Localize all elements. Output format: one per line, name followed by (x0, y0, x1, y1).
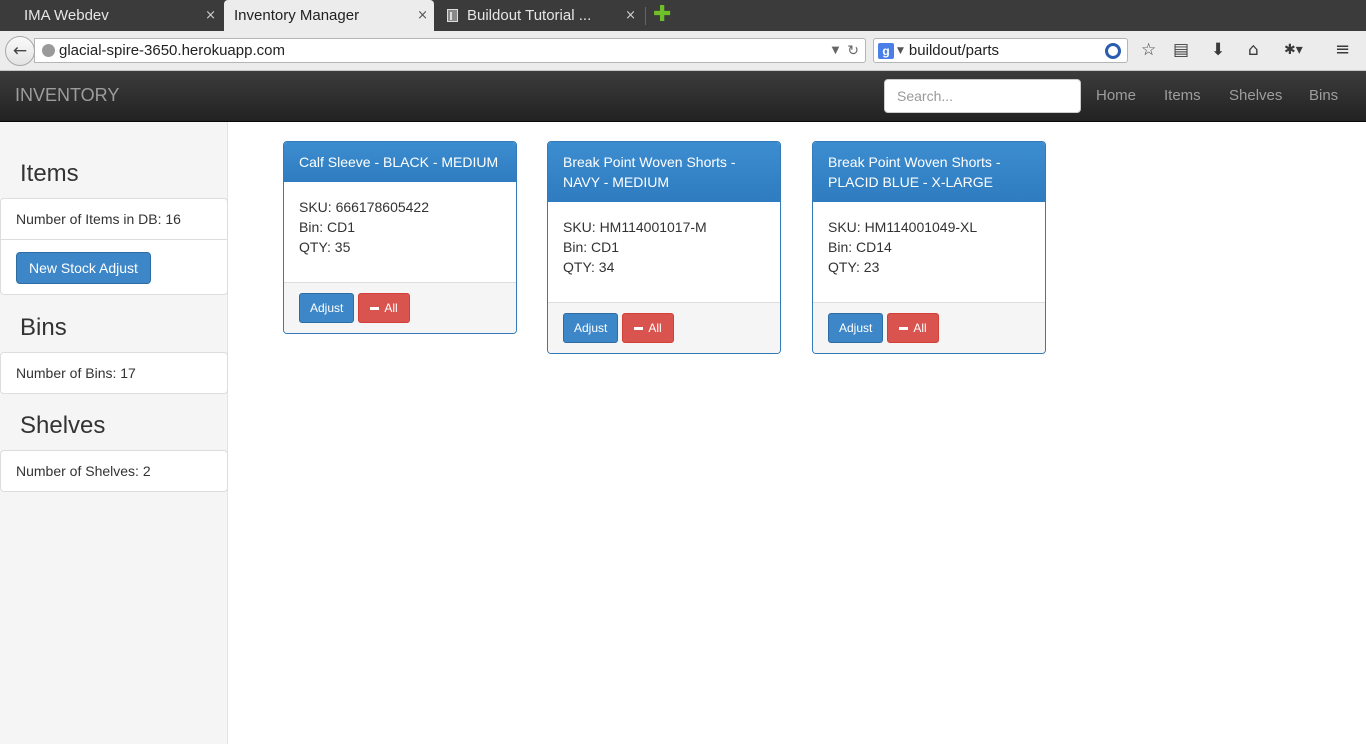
browser-navigation-bar: glacial-spire-3650.herokuapp.com ▼ ↻ ← g… (0, 31, 1366, 71)
nav-link-items[interactable]: Items (1164, 87, 1201, 104)
items-panel: Number of Items in DB: 16 New Stock Adju… (0, 198, 228, 295)
item-qty: QTY: 34 (563, 259, 615, 275)
download-icon[interactable]: ⬇ (1211, 40, 1225, 60)
document-icon (447, 9, 458, 22)
item-bin: Bin: CD14 (828, 239, 892, 255)
brand-logo[interactable]: INVENTORY (15, 85, 119, 106)
item-card-body: SKU: 666178605422 Bin: CD1 QTY: 35 (284, 182, 516, 282)
item-card-title: Break Point Woven Shorts - NAVY - MEDIUM (548, 142, 780, 202)
item-card: Break Point Woven Shorts - PLACID BLUE -… (812, 141, 1046, 354)
item-card-footer: Adjust All (284, 282, 516, 333)
item-card: Calf Sleeve - BLACK - MEDIUM SKU: 666178… (283, 141, 517, 334)
browser-tab-inventory-manager[interactable]: Inventory Manager × (224, 0, 434, 31)
search-engine-dropdown-icon[interactable]: ▼ (897, 46, 904, 56)
item-card-footer: Adjust All (548, 302, 780, 353)
item-card-footer: Adjust All (813, 302, 1045, 353)
adjust-button[interactable]: Adjust (563, 313, 619, 343)
new-stock-adjust-button[interactable]: New Stock Adjust (16, 251, 151, 284)
nav-link-home[interactable]: Home (1096, 87, 1136, 104)
item-title-line: Break Point Woven Shorts - (563, 154, 736, 170)
bins-panel: Number of Bins: 17 (0, 352, 228, 394)
browser-search-bar[interactable]: g ▼ buildout/parts (873, 38, 1128, 63)
google-icon[interactable]: g (878, 42, 894, 59)
back-arrow-icon: ← (12, 41, 28, 61)
url-text[interactable]: glacial-spire-3650.herokuapp.com (59, 42, 832, 59)
url-history-dropdown-icon[interactable]: ▼ (832, 45, 840, 56)
browser-tab-strip: IMA Webdev × Inventory Manager × Buildou… (0, 0, 1366, 31)
url-bar[interactable]: glacial-spire-3650.herokuapp.com ▼ ↻ (34, 38, 866, 63)
new-tab-icon[interactable]: ✚ (653, 4, 671, 26)
items-count: Number of Items in DB: 16 (1, 199, 227, 240)
adjust-button[interactable]: Adjust (299, 293, 355, 323)
item-card-title: Break Point Woven Shorts - PLACID BLUE -… (813, 142, 1045, 202)
item-title-line: NAVY - MEDIUM (563, 174, 670, 190)
search-query[interactable]: buildout/parts (909, 42, 1105, 59)
search-icon[interactable] (1105, 42, 1121, 59)
close-tab-icon[interactable]: × (625, 8, 636, 23)
close-tab-icon[interactable]: × (417, 8, 428, 23)
item-qty: QTY: 35 (299, 239, 351, 255)
item-card-body: SKU: HM114001017-M Bin: CD1 QTY: 34 (548, 202, 780, 302)
item-sku: SKU: 666178605422 (299, 199, 429, 215)
nav-link-shelves[interactable]: Shelves (1229, 87, 1282, 104)
bins-count: Number of Bins: 17 (16, 365, 136, 381)
item-bin: Bin: CD1 (299, 219, 356, 235)
item-bin: Bin: CD1 (563, 239, 620, 255)
close-tab-icon[interactable]: × (205, 8, 216, 23)
browser-tab-ima-webdev[interactable]: IMA Webdev × (0, 0, 222, 31)
remove-all-button[interactable]: All (887, 313, 939, 343)
item-card-title: Calf Sleeve - BLACK - MEDIUM (284, 142, 516, 182)
back-button[interactable]: ← (5, 36, 35, 66)
search-input[interactable] (884, 79, 1081, 113)
shelves-heading: Shelves (20, 412, 106, 439)
reload-icon[interactable]: ↻ (847, 43, 859, 59)
shelves-panel: Number of Shelves: 2 (0, 450, 228, 492)
tab-title: Inventory Manager (234, 7, 360, 24)
minus-icon (370, 306, 380, 310)
item-sku: SKU: HM114001049-XL (828, 219, 978, 235)
home-icon[interactable]: ⌂ (1248, 40, 1259, 60)
remove-all-button[interactable]: All (622, 313, 674, 343)
app-navbar: INVENTORY Home Items Shelves Bins (0, 71, 1366, 122)
addon-icon[interactable]: ✱▾ (1284, 40, 1303, 60)
items-heading: Items (20, 160, 79, 187)
item-qty: QTY: 23 (828, 259, 880, 275)
item-title-line: Break Point Woven Shorts - (828, 154, 1001, 170)
item-title-line: Calf Sleeve - BLACK - MEDIUM (299, 154, 499, 170)
bookmark-star-icon[interactable]: ☆ (1141, 40, 1156, 60)
menu-icon[interactable]: ≡ (1335, 40, 1350, 60)
tab-title: Buildout Tutorial ... (467, 7, 592, 24)
nav-link-bins[interactable]: Bins (1309, 87, 1338, 104)
adjust-button[interactable]: Adjust (828, 313, 884, 343)
tab-title: IMA Webdev (24, 7, 109, 24)
reading-list-icon[interactable]: ▤ (1173, 40, 1189, 60)
item-card: Break Point Woven Shorts - NAVY - MEDIUM… (547, 141, 781, 354)
remove-all-label: All (913, 321, 927, 335)
minus-icon (899, 326, 909, 330)
minus-icon (634, 326, 644, 330)
item-title-line: PLACID BLUE - X-LARGE (828, 174, 993, 190)
remove-all-button[interactable]: All (358, 293, 410, 323)
item-sku: SKU: HM114001017-M (563, 219, 707, 235)
remove-all-label: All (384, 301, 398, 315)
item-card-body: SKU: HM114001049-XL Bin: CD14 QTY: 23 (813, 202, 1045, 302)
bins-heading: Bins (20, 314, 67, 341)
shelves-count: Number of Shelves: 2 (16, 463, 151, 479)
remove-all-label: All (648, 321, 662, 335)
sidebar: Items Number of Items in DB: 16 New Stoc… (0, 122, 228, 744)
browser-tab-buildout-tutorial[interactable]: Buildout Tutorial ... × (437, 0, 642, 31)
globe-icon (42, 44, 55, 57)
tab-divider (645, 7, 646, 25)
